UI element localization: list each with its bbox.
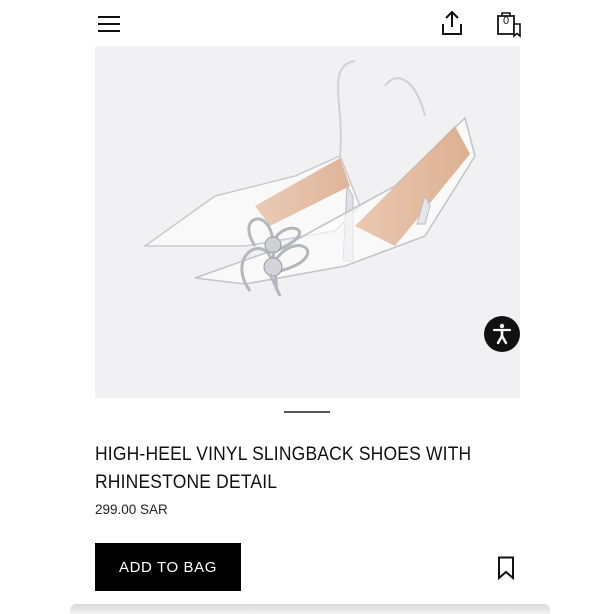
product-image-shoes (142, 60, 476, 297)
product-price: 299.00 SAR (95, 502, 168, 517)
share-icon[interactable] (440, 10, 464, 36)
product-image[interactable] (95, 46, 520, 398)
bottom-panel-edge (70, 604, 550, 614)
bag-count: 0 (502, 15, 510, 27)
bookmark-icon[interactable] (497, 556, 515, 581)
add-to-bag-button[interactable]: ADD TO BAG (95, 543, 241, 591)
shopping-bag-icon[interactable]: 0 (496, 10, 522, 38)
product-title: HIGH-HEEL VINYL SLINGBACK SHOES WITH RHI… (95, 444, 472, 493)
image-carousel-indicator (284, 411, 330, 413)
top-bar: 0 (0, 0, 614, 46)
accessibility-button[interactable] (484, 316, 520, 352)
accessibility-person-icon (492, 323, 512, 345)
hamburger-menu-icon[interactable] (98, 14, 120, 34)
